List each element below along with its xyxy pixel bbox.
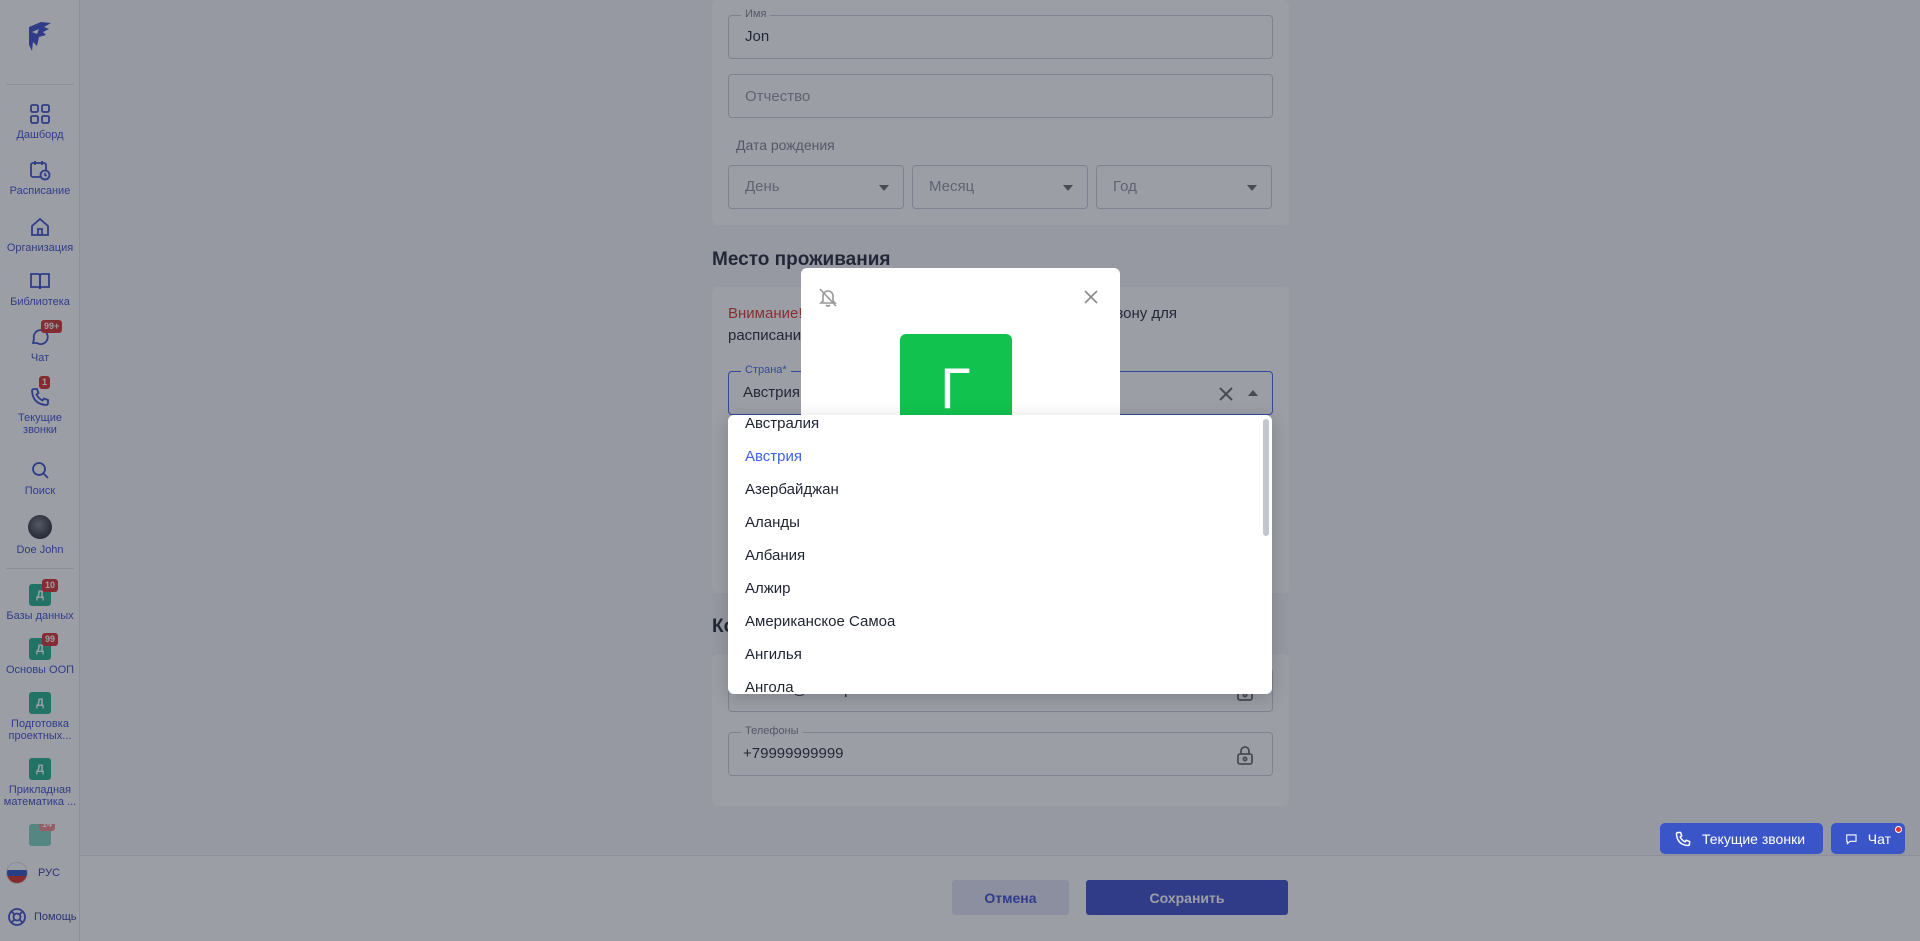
chat-button[interactable]: Чат bbox=[1831, 823, 1905, 854]
close-icon[interactable] bbox=[1084, 290, 1098, 304]
modal-avatar: Г bbox=[900, 334, 1012, 420]
chat-label: Чат bbox=[1867, 830, 1891, 847]
country-option[interactable]: Ангилья bbox=[728, 638, 1258, 671]
country-option[interactable]: Алжир bbox=[728, 572, 1258, 605]
country-option[interactable]: Азербайджан bbox=[728, 473, 1258, 506]
country-options: Австралия Австрия Азербайджан Аланды Алб… bbox=[728, 415, 1258, 694]
country-dropdown-list[interactable]: Австралия Австрия Азербайджан Аланды Алб… bbox=[728, 415, 1272, 694]
chat-icon bbox=[1846, 833, 1857, 845]
current-calls-label: Текущие звонки bbox=[1702, 830, 1806, 847]
notification-dot bbox=[1895, 826, 1902, 833]
country-option-selected[interactable]: Австрия bbox=[728, 440, 1258, 473]
country-option[interactable]: Ангола bbox=[728, 671, 1258, 694]
country-option[interactable]: Аланды bbox=[728, 506, 1258, 539]
country-option[interactable]: Американское Самоа bbox=[728, 605, 1258, 638]
bell-off-icon[interactable] bbox=[817, 286, 839, 308]
country-option[interactable]: Албания bbox=[728, 539, 1258, 572]
notification-modal: Г bbox=[801, 268, 1120, 420]
current-calls-button[interactable]: Текущие звонки bbox=[1660, 823, 1823, 854]
dropdown-scrollbar[interactable] bbox=[1263, 419, 1269, 536]
phone-icon bbox=[1675, 831, 1691, 846]
country-option[interactable]: Австралия bbox=[728, 415, 1258, 440]
